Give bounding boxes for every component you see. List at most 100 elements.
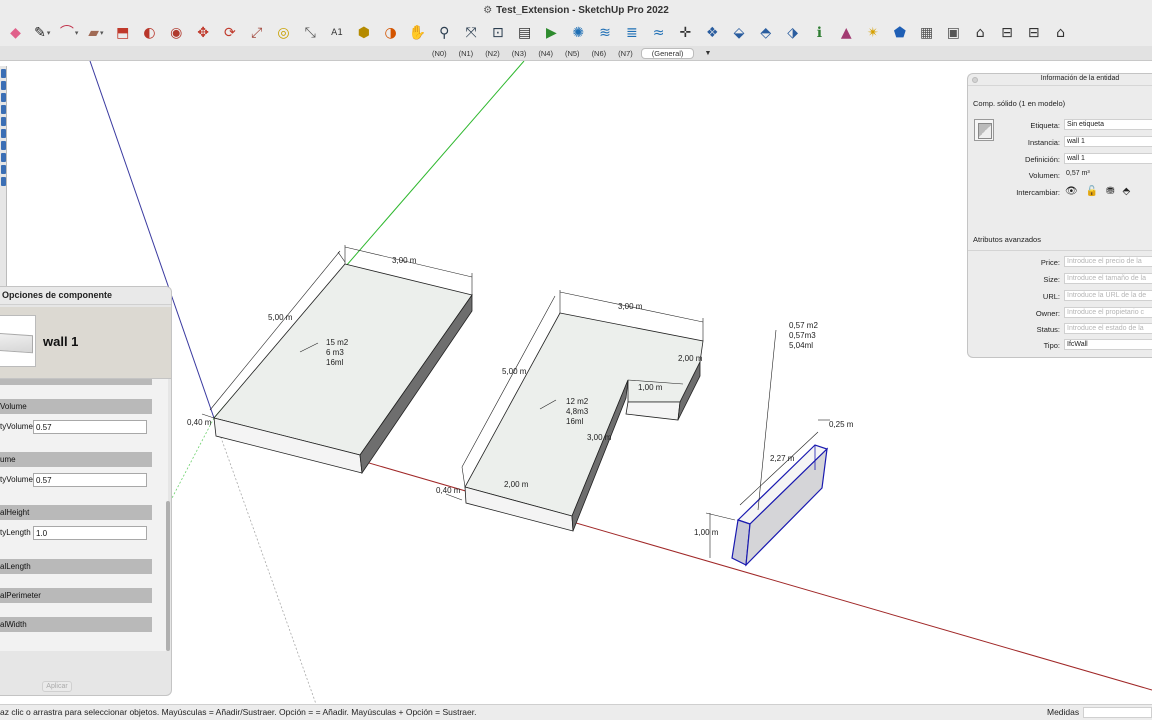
scene-tab-general[interactable]: (General): [640, 47, 695, 59]
shadows-icon[interactable]: ▦: [915, 22, 938, 44]
back-view-icon[interactable]: ⊟: [1022, 22, 1045, 44]
size-input[interactable]: Introduce el tamaño de la: [1064, 273, 1152, 284]
status-input[interactable]: Introduce el estado de la: [1064, 323, 1152, 334]
measurements-input[interactable]: [1083, 707, 1152, 718]
apply-button[interactable]: Aplicar: [42, 681, 72, 692]
url-input[interactable]: Introduce la URL de la de: [1064, 290, 1152, 301]
home-icon[interactable]: ⌂: [969, 22, 992, 44]
front-view-icon[interactable]: ⊟: [995, 22, 1018, 44]
rotate-icon[interactable]: ⟳: [218, 22, 241, 44]
scene-tab-4[interactable]: (N4): [534, 48, 557, 59]
swap-icons: 👁 🔓 ⛃ ⬘: [1065, 186, 1130, 197]
orbit-icon[interactable]: ✛: [674, 22, 697, 44]
eye-icon[interactable]: 👁: [1065, 186, 1078, 197]
eraser-icon[interactable]: ◆: [4, 22, 27, 44]
solid-tools-icon[interactable]: ✺: [567, 22, 590, 44]
scene-tab-6[interactable]: (N6): [588, 48, 611, 59]
scene-tab-2[interactable]: (N2): [481, 48, 504, 59]
warehouse-icon[interactable]: ❖: [701, 22, 724, 44]
drape-icon[interactable]: ≈: [647, 22, 670, 44]
follow-me-icon[interactable]: ◐: [138, 22, 161, 44]
house-outline-icon[interactable]: ⌂: [1049, 22, 1072, 44]
scene-tab-7[interactable]: (N7): [614, 48, 637, 59]
price-input[interactable]: Introduce el precio de la: [1064, 256, 1152, 267]
scenes-menu-icon[interactable]: ▼: [704, 50, 711, 57]
main-toolbar: ◆✎⌒▰⬒◐◉✥⟳⤢◎⤡A1⬢◑✋⚲⤧⊡▤▶✺≋≣≈✛❖⬙⬘⬗ℹ▲✴⬟▦▣⌂⊟⊟…: [0, 20, 1152, 46]
status-label: Status:: [1036, 325, 1060, 334]
section-width[interactable]: alWidth: [0, 617, 152, 632]
classifier-icon[interactable]: ▲: [835, 22, 858, 44]
fog-icon[interactable]: ▣: [942, 22, 965, 44]
lock-icon[interactable]: 🔓: [1086, 186, 1098, 197]
instance-input[interactable]: wall 1: [1064, 136, 1152, 147]
section-net-volume[interactable]: ume: [0, 452, 152, 467]
pan-tool-icon[interactable]: [1, 93, 6, 102]
zoom-tool-icon[interactable]: [1, 105, 6, 114]
paint-bucket-icon[interactable]: ⬢: [352, 22, 375, 44]
scene-tab-5[interactable]: (N5): [561, 48, 584, 59]
tag-tool-icon[interactable]: [1, 177, 6, 186]
arc-icon[interactable]: ⌒: [58, 22, 81, 44]
zoom-extents-icon[interactable]: ⤧: [460, 22, 483, 44]
field-net-volume-input[interactable]: 0.57: [33, 473, 147, 487]
text-icon[interactable]: A1: [326, 22, 349, 44]
move-icon[interactable]: ✥: [192, 22, 215, 44]
zoom-window-icon[interactable]: ⊡: [486, 22, 509, 44]
match-photo-icon[interactable]: ✴: [862, 22, 885, 44]
layout-icon[interactable]: ▤: [513, 22, 536, 44]
walk-tool-icon[interactable]: [1, 117, 6, 126]
dimension-icon[interactable]: ⤡: [299, 22, 322, 44]
stamp-icon[interactable]: ≣: [620, 22, 643, 44]
paint-tool-icon[interactable]: [1, 165, 6, 174]
entity-info-header: Información de la entidad: [968, 74, 1152, 86]
scene-tab-3[interactable]: (N3): [508, 48, 531, 59]
owner-input[interactable]: Introduce el propietario c: [1064, 307, 1152, 318]
position-camera-icon[interactable]: [1, 141, 6, 150]
definition-input[interactable]: wall 1: [1064, 153, 1152, 164]
cast-shadows-icon[interactable]: ⛃: [1106, 186, 1114, 197]
sketchy-edges-icon[interactable]: ⬟: [888, 22, 911, 44]
extension-warehouse-icon[interactable]: ⬙: [728, 22, 751, 44]
zoom-icon[interactable]: ⚲: [433, 22, 456, 44]
tape-measure-icon[interactable]: ◎: [272, 22, 295, 44]
scene-tab-0[interactable]: (N0): [428, 48, 451, 59]
pencil-icon[interactable]: ✎: [31, 22, 54, 44]
wall-info-length: 5,04ml: [789, 341, 813, 350]
section-volume[interactable]: Volume: [0, 399, 152, 414]
section-tool-icon[interactable]: [1, 153, 6, 162]
section-height[interactable]: alHeight: [0, 505, 152, 520]
extension-manager-icon[interactable]: ⬘: [754, 22, 777, 44]
field-height-input[interactable]: 1.0: [33, 526, 147, 540]
scale-icon[interactable]: ⤢: [245, 22, 268, 44]
status-message: az clic o arrastra para seleccionar obje…: [0, 707, 477, 717]
type-select[interactable]: IfcWall: [1064, 339, 1152, 350]
scene-tab-1[interactable]: (N1): [455, 48, 478, 59]
walk-icon[interactable]: ✋: [406, 22, 429, 44]
advanced-attributes-title: Atributos avanzados: [973, 235, 1041, 244]
rectangle-icon[interactable]: ▰: [84, 22, 107, 44]
orbit-tool-icon[interactable]: [1, 81, 6, 90]
tag-select[interactable]: Sin etiqueta: [1064, 119, 1152, 130]
close-icon[interactable]: [972, 77, 978, 83]
slab2-info-length: 16ml: [566, 417, 584, 426]
look-tool-icon[interactable]: [1, 129, 6, 138]
offset-icon[interactable]: ◉: [165, 22, 188, 44]
slab2-notch-a-label: 2,00 m: [678, 354, 703, 363]
slab2-height-label: 0,40 m: [436, 486, 461, 495]
receive-shadows-icon[interactable]: ⬘: [1123, 186, 1131, 197]
push-pull-icon[interactable]: ⬒: [111, 22, 134, 44]
field-volume-input[interactable]: 0.57: [33, 420, 147, 434]
measurements-label: Medidas: [1047, 707, 1080, 717]
section-perimeter[interactable]: alPerimeter: [0, 588, 152, 603]
section-header-partial[interactable]: [0, 379, 152, 385]
section-plane-icon[interactable]: ◑: [379, 22, 402, 44]
properties-scrollbar[interactable]: [166, 501, 170, 651]
send-to-layout-icon[interactable]: ▶: [540, 22, 563, 44]
section-length[interactable]: alLength: [0, 559, 152, 574]
3d-warehouse-upload-icon[interactable]: ⬗: [781, 22, 804, 44]
sandbox-icon[interactable]: ≋: [594, 22, 617, 44]
entity-info-icon[interactable]: ℹ: [808, 22, 831, 44]
wall-1[interactable]: [705, 329, 830, 567]
component-options-title: Opciones de componente: [0, 287, 171, 305]
select-tool-icon[interactable]: [1, 69, 6, 78]
